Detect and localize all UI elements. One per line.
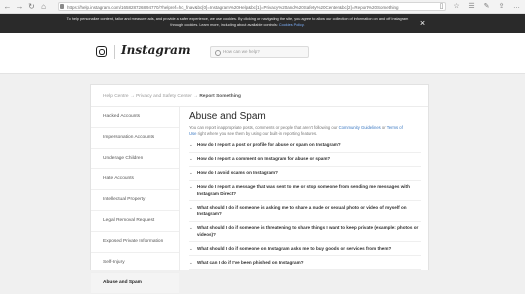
sidebar-item-impersonation-accounts[interactable]: Impersonation Accounts bbox=[91, 128, 179, 149]
help-card: Help Centre → Privacy and Safety Center … bbox=[90, 84, 429, 294]
lock-icon bbox=[60, 4, 64, 9]
intro-text: You can report inappropriate posts, comm… bbox=[189, 125, 403, 136]
pen-icon[interactable]: ✎ bbox=[482, 2, 491, 11]
address-url: https://help.instagram.com/1658287268947… bbox=[67, 5, 399, 10]
faq-item[interactable]: ⌄ How do I report a comment on Instagram … bbox=[189, 153, 421, 167]
faq-item[interactable]: ⌄ How do I avoid scams on Instagram? bbox=[189, 167, 421, 181]
back-icon[interactable]: ← bbox=[3, 2, 12, 11]
faq-item[interactable]: ⌄ How do I report a post or profile for a… bbox=[189, 139, 421, 153]
cookie-text: To help personalize content, tailor and … bbox=[66, 17, 409, 27]
cookie-banner: To help personalize content, tailor and … bbox=[0, 14, 525, 33]
sidebar-item-exposed-private-information[interactable]: Exposed Private Information bbox=[91, 232, 179, 253]
logo-divider bbox=[114, 45, 115, 59]
faq-item[interactable]: ⌄ What should I do if someone on Instagra… bbox=[189, 242, 421, 257]
chevron-down-icon: ⌄ bbox=[189, 259, 193, 265]
search-placeholder: How can we help? bbox=[223, 49, 260, 54]
faq-item[interactable]: ⌄ What should I do if someone is threaten… bbox=[189, 222, 421, 243]
sidebar-item-intellectual-property[interactable]: Intellectual Property bbox=[91, 190, 179, 211]
instagram-wordmark[interactable]: Instagram bbox=[121, 43, 191, 57]
breadcrumb-separator: → bbox=[129, 94, 135, 99]
page-title: Abuse and Spam bbox=[189, 111, 266, 122]
faq-item[interactable]: ⌄ What can I do if I've been phished on I… bbox=[189, 256, 421, 271]
faq-item[interactable]: ⌄ How do I report a message that was sent… bbox=[189, 181, 421, 202]
community-guidelines-link[interactable]: Community Guidelines bbox=[339, 125, 381, 130]
search-input[interactable]: How can we help? bbox=[210, 46, 309, 58]
chevron-down-icon: ⌄ bbox=[189, 142, 193, 148]
chevron-down-icon: ⌄ bbox=[189, 156, 193, 162]
chevron-down-icon: ⌄ bbox=[189, 204, 193, 210]
chevron-down-icon: ⌄ bbox=[189, 170, 193, 176]
breadcrumb-separator: → bbox=[193, 94, 198, 99]
sidebar-item-hate-accounts[interactable]: Hate Accounts bbox=[91, 169, 179, 191]
share-icon[interactable]: ⇪ bbox=[497, 2, 506, 11]
sidebar-item-self-injury[interactable]: Self-Injury bbox=[91, 253, 179, 274]
chevron-down-icon: ⌄ bbox=[189, 245, 193, 251]
breadcrumb-privacy-safety[interactable]: Privacy and Safety Center bbox=[136, 94, 192, 99]
sidebar-divider bbox=[179, 107, 180, 271]
faq-list: ⌄ How do I report a post or profile for a… bbox=[189, 139, 421, 271]
chevron-down-icon: ⌄ bbox=[189, 184, 193, 190]
faq-item[interactable]: ⌄ What should I do if someone is asking m… bbox=[189, 201, 421, 222]
close-icon[interactable]: × bbox=[418, 19, 427, 28]
forward-icon[interactable]: → bbox=[15, 2, 24, 11]
sidebar-item-hacked-accounts[interactable]: Hacked Accounts bbox=[91, 107, 179, 128]
site-header: Instagram How can we help? bbox=[0, 33, 525, 74]
browser-actions: ▯ ☆ ☰ ✎ ⇪ … bbox=[437, 2, 521, 11]
sidebar-item-legal-removal-request[interactable]: Legal Removal Request bbox=[91, 211, 179, 232]
instagram-logo-icon[interactable] bbox=[96, 46, 107, 57]
favorites-icon[interactable]: ☰ bbox=[467, 2, 476, 11]
favorite-star-icon[interactable]: ☆ bbox=[452, 2, 461, 11]
breadcrumb: Help Centre → Privacy and Safety Center … bbox=[103, 94, 241, 99]
browser-toolbar: ← → ↻ ⌂ https://help.instagram.com/16582… bbox=[0, 0, 525, 14]
sidebar: Hacked Accounts Impersonation Accounts U… bbox=[91, 107, 179, 294]
refresh-icon[interactable]: ↻ bbox=[27, 2, 36, 11]
article-content: Abuse and Spam You can report inappropri… bbox=[189, 107, 421, 271]
more-icon[interactable]: … bbox=[512, 2, 521, 11]
breadcrumb-current: Report Something bbox=[199, 94, 241, 99]
cookie-policy-link[interactable]: Cookies Policy. bbox=[279, 23, 305, 27]
sidebar-item-underage-children[interactable]: Underage Children bbox=[91, 149, 179, 170]
search-icon bbox=[215, 49, 221, 56]
sidebar-item-abuse-and-spam[interactable]: Abuse and Spam bbox=[91, 273, 179, 294]
breadcrumb-help-centre[interactable]: Help Centre bbox=[103, 94, 129, 99]
chevron-down-icon: ⌄ bbox=[189, 225, 193, 231]
home-icon[interactable]: ⌂ bbox=[39, 2, 48, 11]
reading-view-icon[interactable]: ▯ bbox=[437, 2, 446, 11]
address-bar[interactable]: https://help.instagram.com/1658287268947… bbox=[58, 2, 446, 11]
